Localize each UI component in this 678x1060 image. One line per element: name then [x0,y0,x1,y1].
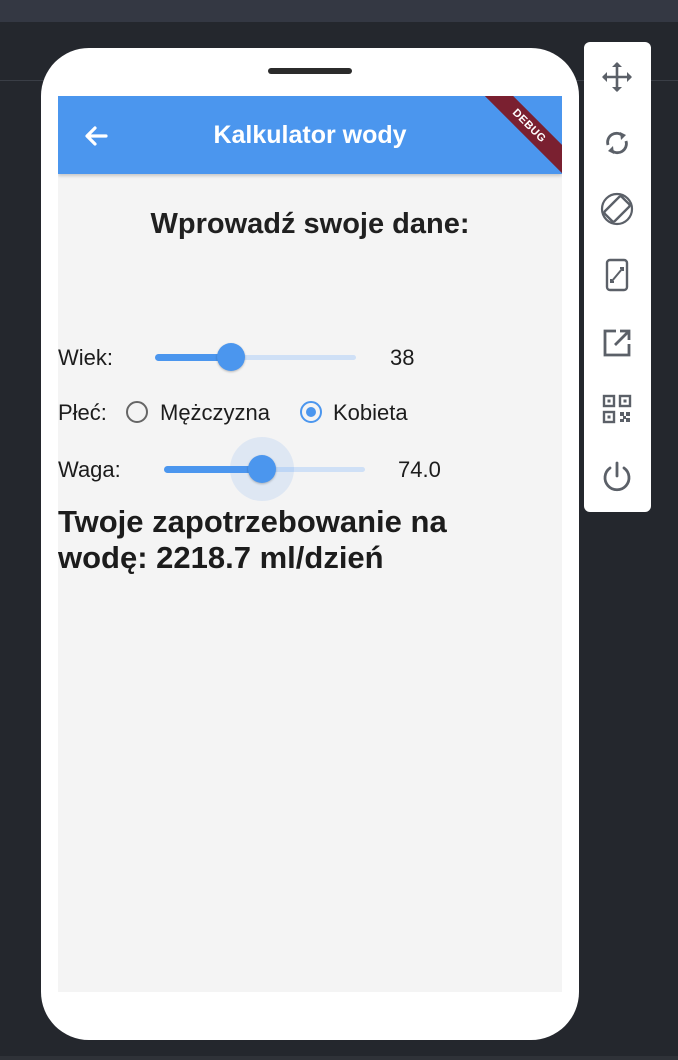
age-slider[interactable] [155,340,356,374]
gender-label: Płeć: [58,400,107,425]
debug-banner-wrap: DEBUG [472,96,562,186]
power-icon[interactable] [596,456,638,498]
move-icon[interactable] [596,56,638,98]
weight-slider[interactable] [164,437,365,501]
resize-device-icon[interactable] [596,254,638,296]
app-screen: Kalkulator wody DEBUG Wprowadź swoje dan… [58,96,562,992]
rotate-icon[interactable] [596,122,638,164]
age-slider-thumb[interactable] [217,343,246,371]
weight-value: 74.0 [398,457,441,482]
rotate-device-icon[interactable] [596,188,638,230]
age-value: 38 [390,345,415,370]
ide-bottom-bar [0,1056,678,1060]
emulator-toolbar [584,42,651,512]
form-heading: Wprowadź swoje dane: [150,208,470,240]
open-external-icon[interactable] [596,322,638,364]
device-frame: Kalkulator wody DEBUG Wprowadź swoje dan… [41,48,579,1040]
radio-male-label[interactable]: Mężczyzna [160,400,270,426]
result-text: Twoje zapotrzebowanie na wodę: 2218.7 ml… [58,504,447,575]
weight-label: Waga: [58,457,121,482]
device-speaker [268,68,352,74]
radio-female-label[interactable]: Kobieta [333,400,408,426]
qr-code-icon[interactable] [596,388,638,430]
radio-male[interactable] [126,401,148,423]
ide-top-bar [0,0,678,22]
app-bar: Kalkulator wody DEBUG [58,96,562,180]
age-label: Wiek: [58,345,113,370]
radio-selected-dot [306,407,316,417]
debug-banner: DEBUG [475,96,562,180]
radio-female[interactable] [300,401,322,423]
